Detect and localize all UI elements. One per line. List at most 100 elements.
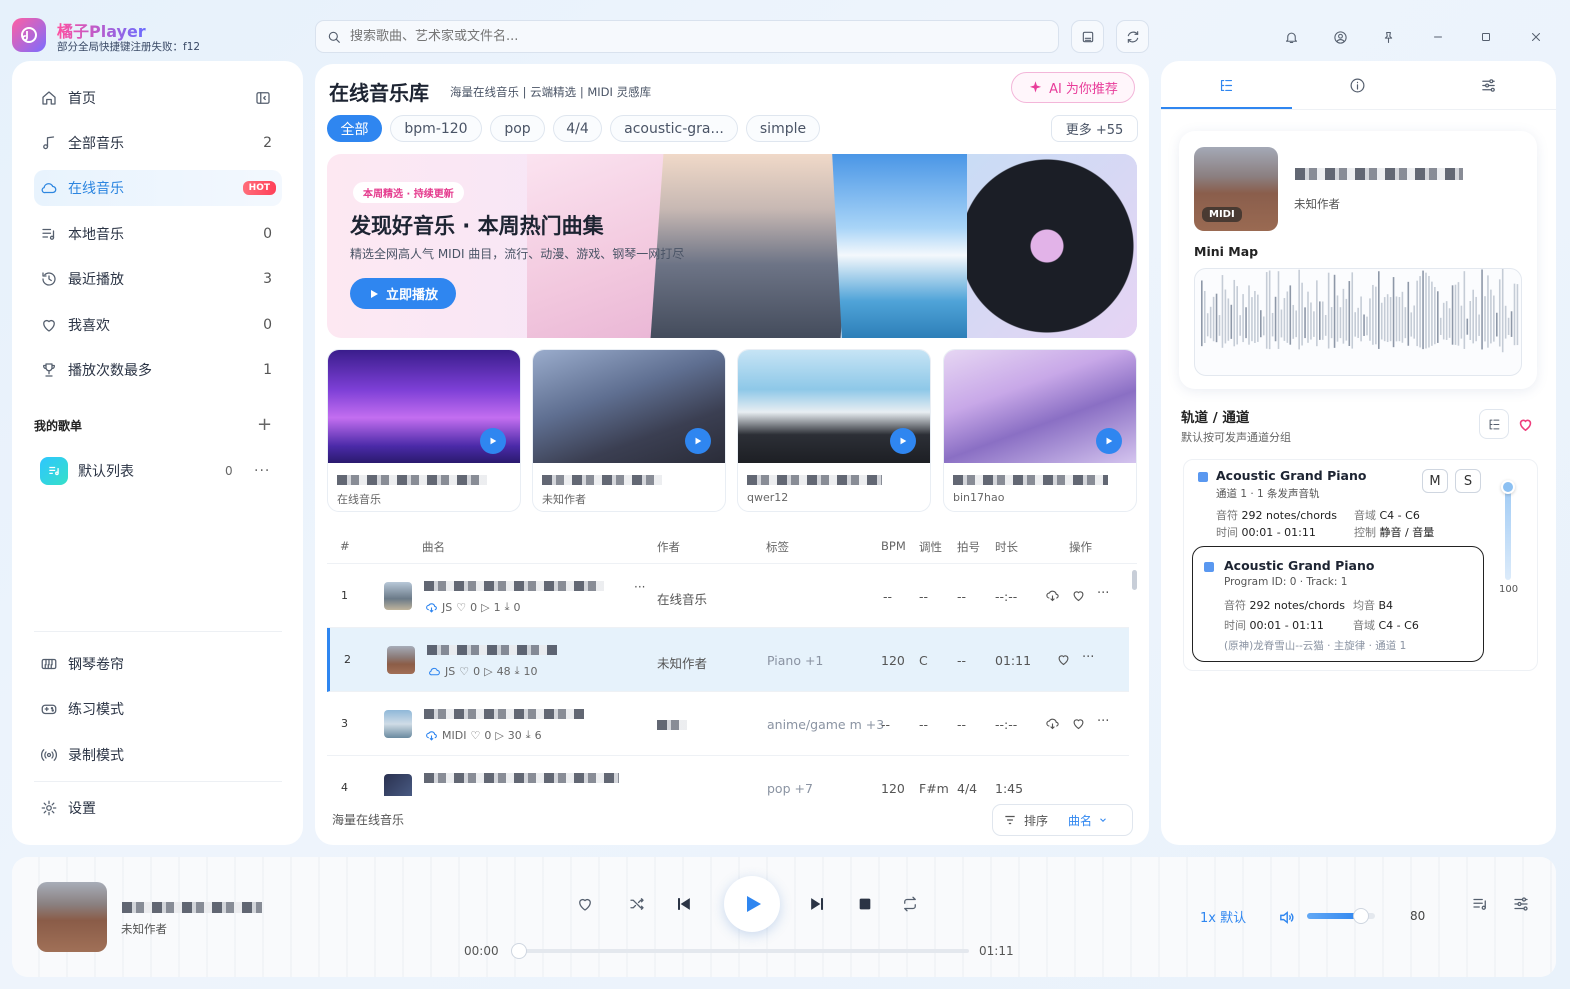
shuffle-button[interactable] bbox=[623, 890, 651, 918]
featured-banner[interactable]: 本周精选 · 持续更新 发现好音乐 · 本周热门曲集 精选全网高人气 MIDI … bbox=[327, 154, 1137, 338]
table-row[interactable]: 2 JS ♡ 0 ▷ 48 ⤓ 10 未知作者 Piano +1 120 C -- 0… bbox=[327, 628, 1129, 692]
player-cover[interactable] bbox=[37, 882, 107, 952]
playlist-item[interactable]: 默认列表 0 ··· bbox=[34, 451, 282, 491]
slider-knob[interactable] bbox=[1501, 480, 1515, 494]
tab-tracks[interactable] bbox=[1161, 61, 1292, 109]
card-play-button[interactable] bbox=[685, 428, 711, 454]
like-icon[interactable] bbox=[1056, 652, 1071, 667]
play-now-button[interactable]: 立即播放 bbox=[350, 278, 456, 309]
song-card[interactable]: bin17hao bbox=[943, 349, 1137, 512]
sidebar-item-online-music[interactable]: 在线音乐 HOT bbox=[34, 170, 282, 206]
sidebar-item-recent[interactable]: 最近播放 3 bbox=[34, 261, 282, 297]
sidebar-item-most-played[interactable]: 播放次数最多 1 bbox=[34, 352, 282, 388]
row-menu-icon[interactable]: ··· bbox=[1097, 586, 1109, 601]
ai-recommend-button[interactable]: AI 为你推荐 bbox=[1011, 72, 1135, 103]
banner-badge: 本周精选 · 持续更新 bbox=[353, 182, 464, 203]
table-row[interactable]: 1 ··· JS ♡ 0 ▷ 1 ⤓ 0 在线音乐 -- -- -- --:-- ··… bbox=[327, 564, 1129, 628]
sidebar-item-piano-roll[interactable]: 钢琴卷帘 bbox=[34, 646, 282, 682]
like-icon[interactable] bbox=[1071, 716, 1086, 731]
play-pause-button[interactable] bbox=[724, 876, 780, 932]
row-menu-icon[interactable]: ··· bbox=[1082, 650, 1094, 665]
solo-button[interactable]: S bbox=[1455, 469, 1481, 493]
tab-info[interactable] bbox=[1292, 61, 1423, 109]
track-item-selected[interactable]: Acoustic Grand Piano Program ID: 0 · Tra… bbox=[1192, 546, 1484, 662]
more-tags-button[interactable]: 更多 +55 bbox=[1051, 115, 1138, 142]
sort-dropdown[interactable]: 排序 曲名 bbox=[992, 804, 1133, 836]
maximize-button[interactable] bbox=[1475, 26, 1497, 48]
track-list-button[interactable] bbox=[1479, 409, 1509, 439]
next-button[interactable] bbox=[803, 890, 831, 918]
sidebar-item-favorites[interactable]: 我喜欢 0 bbox=[34, 307, 282, 343]
table-row[interactable]: 4 pop +7 120 F#m 4/4 1:45 bbox=[327, 756, 1129, 796]
add-playlist-button[interactable]: + bbox=[257, 416, 272, 434]
sidebar-item-settings[interactable]: 设置 bbox=[34, 790, 282, 826]
cloud-download-icon[interactable] bbox=[1045, 716, 1060, 731]
tag-filter[interactable]: acoustic-gra... bbox=[610, 115, 738, 142]
minimize-button[interactable] bbox=[1427, 26, 1449, 48]
tag-filter[interactable]: 全部 bbox=[327, 115, 382, 142]
tag-filter[interactable]: pop bbox=[490, 115, 545, 142]
sidebar-item-local-music[interactable]: 本地音乐 0 bbox=[34, 216, 282, 252]
song-card[interactable]: qwer12 bbox=[737, 349, 931, 512]
track-volume-slider[interactable] bbox=[1501, 480, 1515, 580]
row-more-icon[interactable]: ··· bbox=[634, 580, 645, 594]
heart-icon[interactable] bbox=[1517, 416, 1534, 433]
previous-button[interactable] bbox=[670, 890, 698, 918]
progress-knob[interactable] bbox=[511, 943, 527, 959]
minimap-bar bbox=[1469, 301, 1472, 340]
speed-button[interactable]: 1x 默认 bbox=[1200, 907, 1246, 926]
like-button[interactable] bbox=[571, 890, 599, 918]
minimap-bar bbox=[1413, 305, 1415, 339]
search-box[interactable] bbox=[315, 20, 1059, 53]
minimap-bar bbox=[1416, 280, 1418, 347]
sidebar-item-all-music[interactable]: 全部音乐 2 bbox=[34, 125, 282, 161]
tab-mixer[interactable] bbox=[1423, 61, 1554, 109]
tag-filter[interactable]: bpm-120 bbox=[390, 115, 482, 142]
pin-button[interactable] bbox=[1377, 26, 1399, 48]
card-play-button[interactable] bbox=[480, 428, 506, 454]
search-input[interactable] bbox=[350, 29, 990, 44]
minimap[interactable] bbox=[1194, 268, 1522, 376]
sidebar-item-record[interactable]: 录制模式 bbox=[34, 737, 282, 773]
playlist-more-button[interactable]: ··· bbox=[254, 463, 270, 479]
tag-filter[interactable]: simple bbox=[746, 115, 820, 142]
current-time: 00:00 bbox=[464, 944, 499, 958]
col-duration[interactable]: 时长 bbox=[995, 539, 1018, 555]
col-key[interactable]: 调性 bbox=[919, 539, 942, 555]
col-name[interactable]: 曲名 bbox=[422, 539, 445, 555]
import-button[interactable] bbox=[1071, 20, 1104, 53]
playlist-queue-button[interactable] bbox=[1466, 890, 1494, 918]
volume-slider[interactable] bbox=[1307, 908, 1375, 924]
table-scrollbar[interactable] bbox=[1132, 570, 1137, 590]
play-count-icon: ▷ bbox=[481, 600, 490, 614]
card-play-button[interactable] bbox=[1096, 428, 1122, 454]
refresh-button[interactable] bbox=[1116, 20, 1149, 53]
minimap-bar bbox=[1330, 307, 1333, 339]
minimap-bar bbox=[1439, 317, 1442, 335]
row-menu-icon[interactable]: ··· bbox=[1097, 714, 1109, 729]
sidebar-item-home[interactable]: 首页 bbox=[34, 80, 282, 116]
notification-button[interactable] bbox=[1280, 26, 1302, 48]
col-bpm[interactable]: BPM bbox=[881, 539, 906, 553]
row-plays: 30 bbox=[507, 728, 522, 742]
cloud-download-icon[interactable] bbox=[1045, 588, 1060, 603]
stop-button[interactable] bbox=[851, 890, 879, 918]
progress-bar[interactable] bbox=[511, 943, 969, 959]
song-card[interactable]: 在线音乐 bbox=[327, 349, 521, 512]
like-icon[interactable] bbox=[1071, 588, 1086, 603]
row-number: 4 bbox=[341, 781, 348, 794]
tag-filter[interactable]: 4/4 bbox=[553, 115, 602, 142]
volume-icon[interactable] bbox=[1278, 909, 1295, 926]
song-card[interactable]: 未知作者 bbox=[532, 349, 726, 512]
table-row[interactable]: 3 MIDI ♡ 0 ▷ 30 ⤓ 6 anime/game m +3 -- -- -… bbox=[327, 692, 1129, 756]
repeat-button[interactable] bbox=[896, 890, 924, 918]
collapse-sidebar-icon[interactable] bbox=[254, 89, 272, 107]
mute-button[interactable]: M bbox=[1422, 469, 1448, 493]
account-button[interactable] bbox=[1329, 26, 1351, 48]
col-beat[interactable]: 拍号 bbox=[957, 539, 980, 555]
card-play-button[interactable] bbox=[890, 428, 916, 454]
close-button[interactable] bbox=[1525, 26, 1547, 48]
sidebar-item-practice[interactable]: 练习模式 bbox=[34, 691, 282, 727]
equalizer-button[interactable] bbox=[1507, 890, 1535, 918]
col-author[interactable]: 作者 bbox=[657, 539, 680, 555]
